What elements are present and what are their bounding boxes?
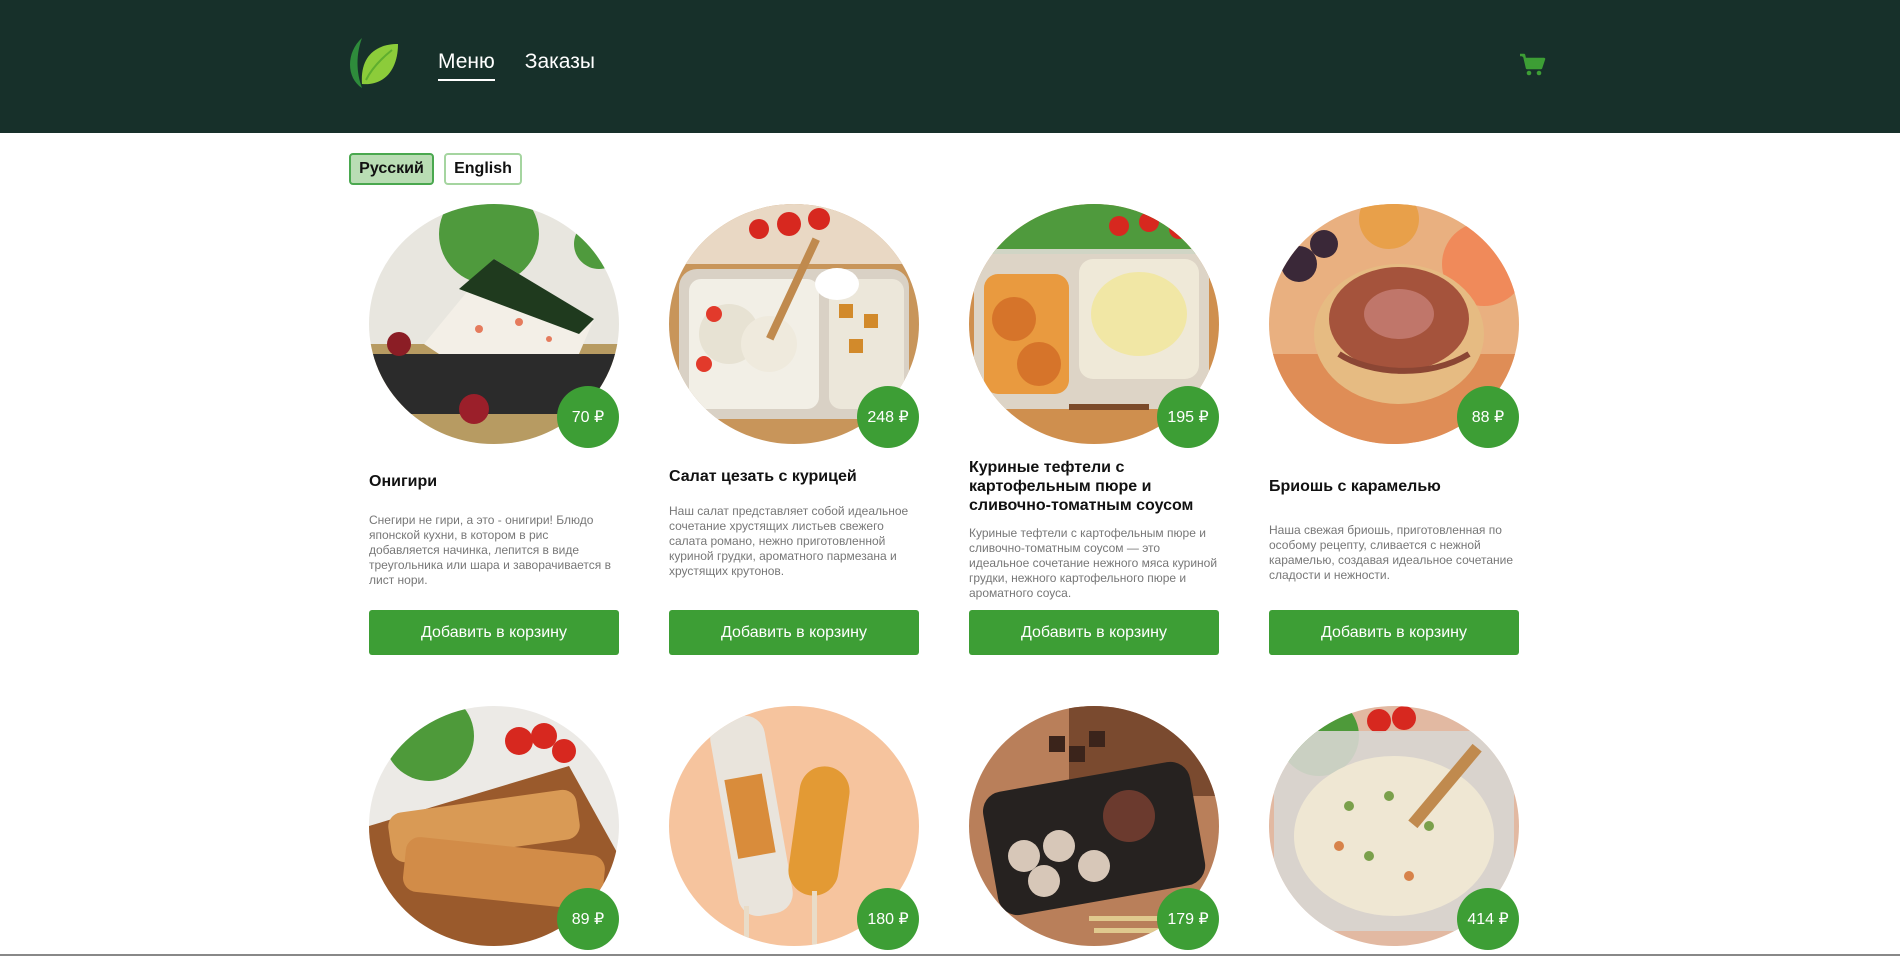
add-to-cart-button[interactable]: Добавить в корзину [669,610,919,655]
nav-orders-tab[interactable]: Заказы [525,50,595,81]
price-badge: 414 ₽ [1457,888,1519,950]
product-title: Салат цезать с курицей [669,468,857,485]
add-to-cart-button[interactable]: Добавить в корзину [369,610,619,655]
price-badge: 89 ₽ [557,888,619,950]
product-description: Наш салат представляет собой идеальное с… [669,504,909,578]
price-badge: 248 ₽ [857,386,919,448]
price-badge: 180 ₽ [857,888,919,950]
add-to-cart-button[interactable]: Добавить в корзину [969,610,1219,655]
price-badge: 88 ₽ [1457,386,1519,448]
product-description: Снегири не гири, а это - онигири! Блюдо … [369,513,611,587]
product-title: Куриные тефтели с картофельным пюре и сл… [969,459,1194,514]
price-badge: 195 ₽ [1157,386,1219,448]
price-badge: 179 ₽ [1157,888,1219,950]
leaf-logo-icon[interactable] [348,34,400,92]
nav-menu-tab[interactable]: Меню [438,50,495,81]
price-badge: 70 ₽ [557,386,619,448]
product-description: Куриные тефтели с картофельным пюре и сл… [969,526,1218,600]
language-english-button[interactable]: English [444,153,522,185]
product-title: Онигири [369,473,438,490]
product-description: Наша свежая бриошь, приготовленная по ос… [1269,523,1514,582]
add-to-cart-button[interactable]: Добавить в корзину [1269,610,1519,655]
cart-icon[interactable] [1518,50,1546,78]
main-nav: Меню Заказы [438,50,595,81]
header-bar: Меню Заказы [0,0,1900,133]
product-title: Бриошь с карамелью [1269,478,1441,495]
language-russian-button[interactable]: Русский [349,153,434,185]
